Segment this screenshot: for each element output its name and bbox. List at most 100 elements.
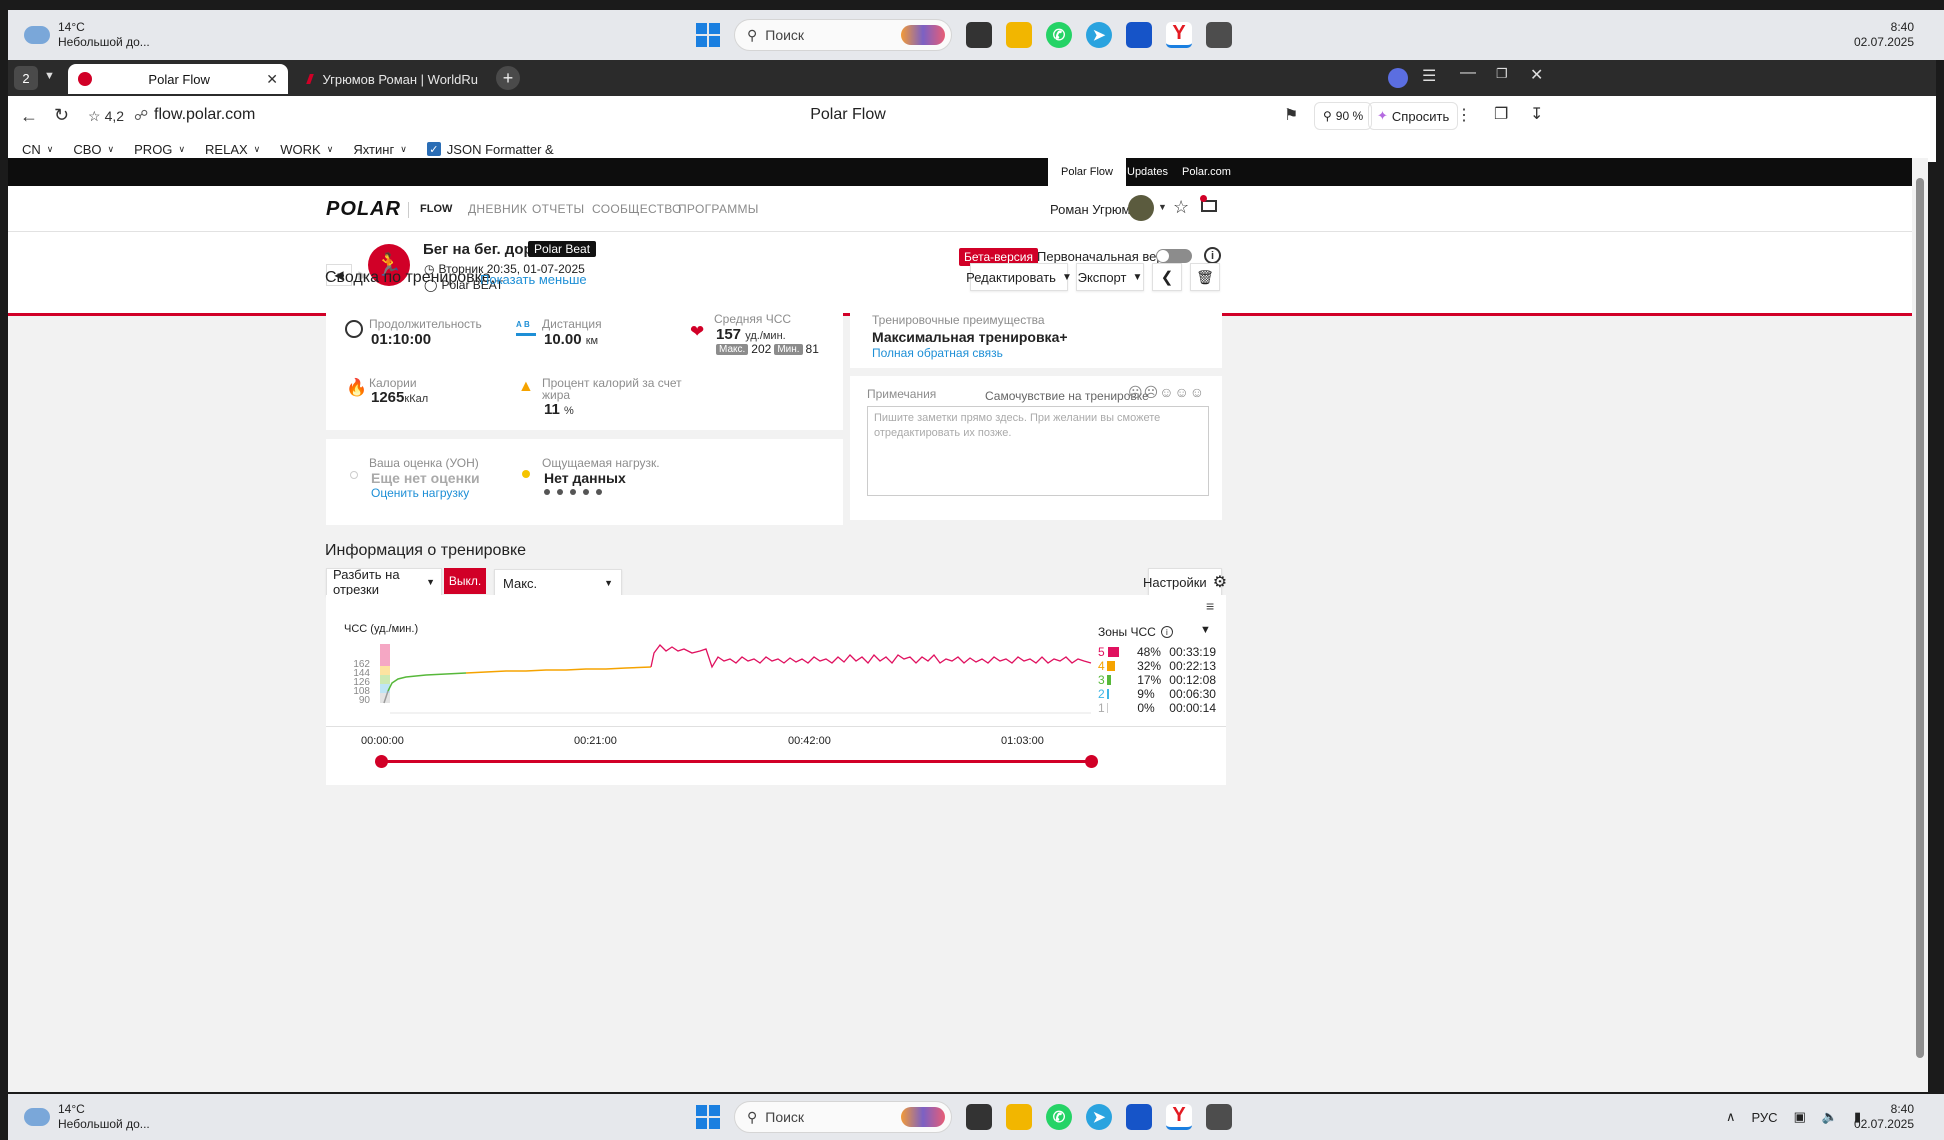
bookmark-json-formatter[interactable]: ✓ JSON Formatter & bbox=[426, 142, 554, 157]
whatsapp-icon[interactable]: ✆ bbox=[1046, 1104, 1072, 1130]
yandex-browser-icon[interactable]: Y bbox=[1166, 22, 1192, 48]
logo-divider bbox=[408, 202, 409, 218]
version-toggle[interactable] bbox=[1156, 249, 1192, 263]
tab-polar-flow[interactable]: Polar Flow ✕ bbox=[68, 64, 288, 94]
restore-icon[interactable]: ❐ bbox=[1496, 66, 1508, 82]
bookmark-icon[interactable]: ⚑ bbox=[1284, 105, 1298, 125]
close-icon[interactable]: ✕ bbox=[266, 71, 278, 88]
bookmark-folder-cbo[interactable]: CBO ∨ bbox=[73, 142, 114, 157]
notes-textarea[interactable]: Пишите заметки прямо здесь. При желании … bbox=[867, 406, 1209, 496]
bookmark-folder-cn[interactable]: CN ∨ bbox=[22, 142, 53, 157]
export-button[interactable]: Экспорт ▼ bbox=[1076, 263, 1144, 291]
reload-icon[interactable]: ↻ bbox=[54, 105, 69, 126]
minimize-icon[interactable]: — bbox=[1460, 64, 1476, 82]
notes-card: Примечания Самочувствие на тренировке ☹☹… bbox=[850, 376, 1222, 520]
taskbar-clock[interactable]: 8:40 02.07.2025 bbox=[1854, 1102, 1914, 1132]
chevron-down-icon[interactable]: ▼ bbox=[44, 70, 55, 82]
perceived-load-value: Нет данных bbox=[544, 470, 626, 486]
menu-icon[interactable]: ☰ bbox=[1422, 66, 1436, 86]
tab-group-counter[interactable]: 2 bbox=[14, 66, 38, 90]
hr-max-value: 202 bbox=[751, 342, 772, 356]
weather-widget[interactable]: 14°C Небольшой до... bbox=[24, 1102, 150, 1132]
windows-start-icon[interactable] bbox=[696, 1105, 720, 1129]
rpe-label: Ваша оценка (УОН) bbox=[369, 456, 479, 470]
caret-down-icon[interactable]: ▼ bbox=[1158, 202, 1167, 212]
volume-icon[interactable]: 🔈 bbox=[1822, 1109, 1838, 1125]
split-select[interactable]: Разбить на отрезки ▼ bbox=[326, 567, 442, 597]
share-button[interactable]: ❮ bbox=[1152, 263, 1182, 291]
bookmark-folder-relax[interactable]: RELAX ∨ bbox=[205, 142, 260, 157]
taskbar-search[interactable]: ⚲ Поиск bbox=[734, 19, 952, 51]
fat-value: 11 bbox=[544, 401, 560, 418]
calculator-icon[interactable] bbox=[1206, 22, 1232, 48]
site-rating[interactable]: ☆ 4,2 bbox=[88, 108, 124, 125]
more-vertical-icon[interactable]: ⋮ bbox=[1456, 105, 1472, 125]
chevron-down-icon: ∨ bbox=[46, 143, 54, 154]
star-icon[interactable]: ☆ bbox=[1173, 197, 1189, 218]
fat-metric: 11 % bbox=[544, 401, 574, 418]
feeling-faces-icon[interactable]: ☹☹☺☺☺ bbox=[1128, 384, 1205, 401]
app-grid-icon[interactable] bbox=[1126, 22, 1152, 48]
search-highlight-icon bbox=[901, 25, 945, 45]
windows-start-icon[interactable] bbox=[696, 23, 720, 47]
scrollbar-thumb[interactable] bbox=[1916, 178, 1924, 1058]
file-explorer-icon[interactable] bbox=[1006, 22, 1032, 48]
calories-value: 1265 bbox=[371, 389, 405, 406]
language-indicator[interactable]: РУС bbox=[1752, 1110, 1778, 1125]
download-icon[interactable]: ↧ bbox=[1530, 104, 1543, 124]
extension-icon[interactable] bbox=[1388, 68, 1408, 88]
bookmark-label: PROG bbox=[134, 141, 173, 157]
calculator-icon[interactable] bbox=[1206, 1104, 1232, 1130]
toplink-polar-com[interactable]: Polar.com bbox=[1169, 158, 1244, 186]
delete-button[interactable]: 🗑 bbox=[1190, 263, 1220, 291]
nav-community[interactable]: СООБЩЕСТВО bbox=[592, 186, 682, 232]
range-end-handle[interactable] bbox=[1085, 755, 1098, 768]
nav-diary[interactable]: ДНЕВНИК bbox=[468, 186, 527, 232]
share-icon: ❮ bbox=[1160, 269, 1174, 286]
avatar[interactable] bbox=[1128, 195, 1154, 221]
task-view-icon[interactable] bbox=[966, 1104, 992, 1130]
settings-button[interactable]: Настройки ⚙ bbox=[1143, 568, 1227, 596]
ask-ai-button[interactable]: ✦ Спросить bbox=[1368, 102, 1459, 130]
network-icon[interactable]: ▣ bbox=[1794, 1109, 1806, 1125]
task-view-icon[interactable] bbox=[966, 22, 992, 48]
zone-row: 2 9% 00:06:30 bbox=[1098, 687, 1216, 701]
url-field[interactable]: flow.polar.com bbox=[154, 106, 255, 124]
search-highlight-icon bbox=[901, 1107, 945, 1127]
full-feedback-link[interactable]: Полная обратная связь bbox=[872, 346, 1003, 360]
yandex-browser-icon[interactable]: Y bbox=[1166, 1104, 1192, 1130]
file-explorer-icon[interactable] bbox=[1006, 1104, 1032, 1130]
new-tab-plus-icon[interactable]: + bbox=[496, 66, 520, 90]
rate-load-link[interactable]: Оценить нагрузку bbox=[371, 486, 469, 500]
window-close-icon[interactable]: ✕ bbox=[1530, 65, 1543, 85]
chevron-up-icon[interactable]: ∧ bbox=[1726, 1109, 1736, 1125]
nav-reports[interactable]: ОТЧЕТЫ bbox=[532, 186, 584, 232]
edit-button[interactable]: Редактировать ▼ bbox=[966, 263, 1072, 291]
bookmark-folder-yachting[interactable]: Яхтинг ∨ bbox=[353, 142, 406, 157]
telegram-icon[interactable]: ➤ bbox=[1086, 1104, 1112, 1130]
back-arrow-icon[interactable]: ← bbox=[20, 106, 38, 127]
telegram-icon[interactable]: ➤ bbox=[1086, 22, 1112, 48]
range-start-handle[interactable] bbox=[375, 755, 388, 768]
collections-icon[interactable]: ❐ bbox=[1494, 104, 1508, 124]
nav-programs[interactable]: ПРОГРАММЫ bbox=[678, 186, 759, 232]
taskbar-clock[interactable]: 8:40 02.07.2025 bbox=[1854, 20, 1914, 50]
app-grid-icon[interactable] bbox=[1126, 1104, 1152, 1130]
polar-logo[interactable]: POLAR bbox=[326, 198, 401, 221]
bookmark-folder-prog[interactable]: PROG ∨ bbox=[134, 142, 185, 157]
taskbar-search[interactable]: ⚲ Поиск bbox=[734, 1101, 952, 1133]
info-icon[interactable]: i bbox=[1204, 247, 1221, 264]
heart-icon: ❤ bbox=[690, 322, 705, 341]
max-select[interactable]: Макс. ▼ bbox=[494, 569, 622, 597]
show-less-link[interactable]: Показать меньше bbox=[480, 272, 587, 287]
hr-min-tag: Мин. bbox=[774, 343, 803, 355]
whatsapp-icon[interactable]: ✆ bbox=[1046, 22, 1072, 48]
weather-widget[interactable]: 14°C Небольшой до... bbox=[24, 20, 150, 50]
bookmark-folder-work[interactable]: WORK ∨ bbox=[280, 142, 333, 157]
zoom-button[interactable]: ⚲ 90 % bbox=[1314, 102, 1373, 130]
tab-worldru[interactable]: Угрюмов Роман | WorldRu bbox=[298, 64, 488, 94]
weather-desc: Небольшой до... bbox=[58, 35, 150, 49]
page-scrollbar[interactable] bbox=[1912, 158, 1928, 1092]
load-dots[interactable] bbox=[544, 489, 602, 495]
split-off-button[interactable]: Выкл. bbox=[444, 568, 486, 594]
